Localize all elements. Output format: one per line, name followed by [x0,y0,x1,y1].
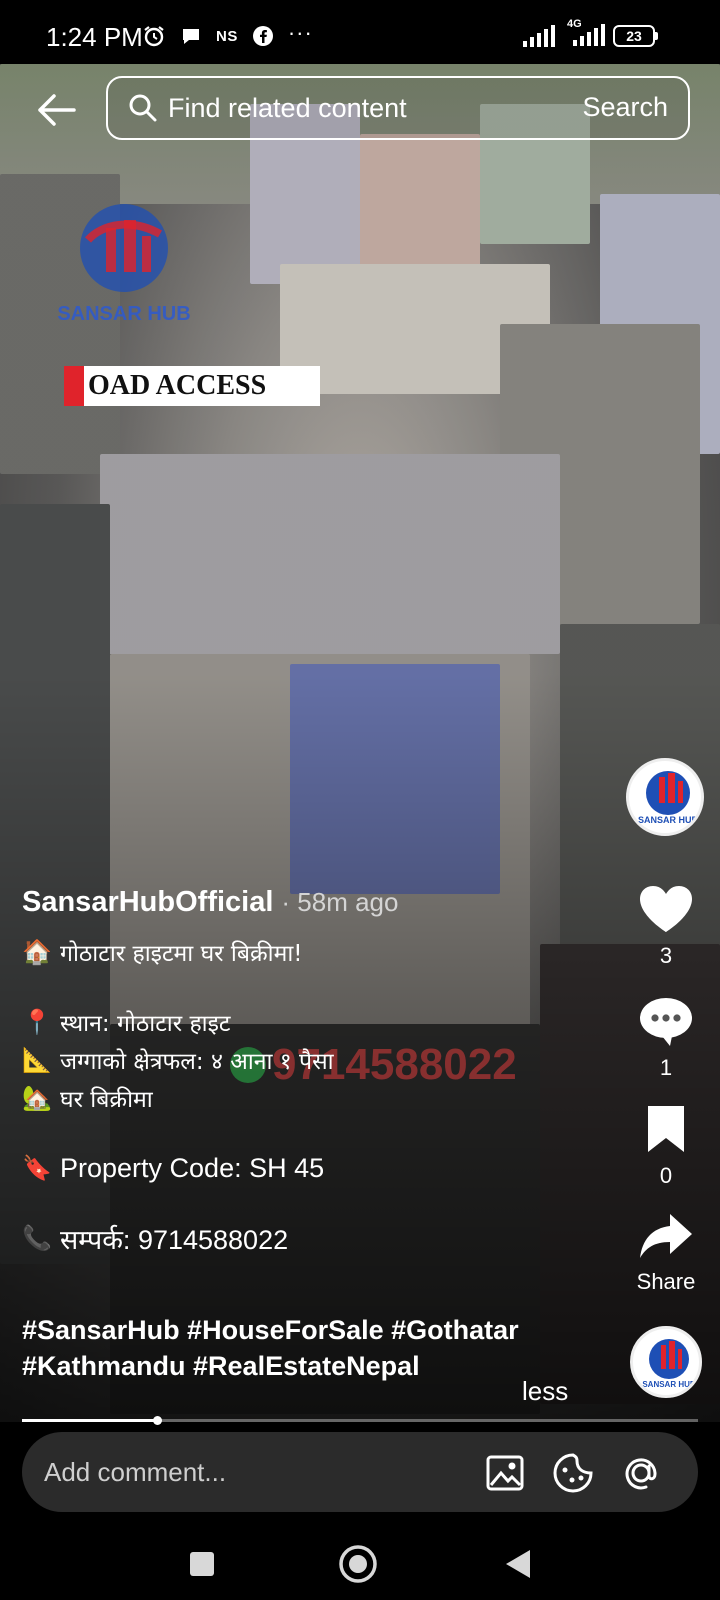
facebook-icon [252,26,273,46]
video-progress-fill [22,1419,158,1422]
signal-4g-icon: 4G [565,18,605,48]
house-icon: 🏠 [22,938,52,966]
post-caption: SansarHubOfficial · 58m ago 🏠 गोठाटार हा… [22,886,602,1257]
road-access-text: OAD ACCESS [88,370,267,401]
caption-text: स्थान: गोठाटार हाइट [60,1011,231,1037]
back-button[interactable] [30,84,82,136]
square-icon [190,1552,214,1576]
caption-text: Property Code: SH 45 [60,1152,325,1183]
comment-input[interactable] [44,1456,464,1488]
bookmark-icon [648,1106,684,1152]
hashtags-line[interactable]: #SansarHub #HouseForSale #Gothatar [22,1312,582,1348]
share-arrow-icon [640,1214,692,1258]
video-progress-bar[interactable] [22,1416,698,1425]
search-button[interactable]: Search [582,92,668,123]
caption-text: सम्पर्क: 9714588022 [60,1224,289,1255]
sound-avatar-label: SANSAR HUB [642,1380,696,1389]
location-pin-icon: 📍 [22,1008,52,1036]
alarm-icon [144,26,164,47]
status-notification-icons: NS ··· [142,20,313,48]
brand-watermark-logo: SANSAR HUB [44,200,204,330]
caption-line: 🔖 Property Code: SH 45 [22,1149,602,1187]
caption-line: 📞 सम्पर्क: 9714588022 [22,1219,602,1257]
home-button[interactable] [336,1542,380,1586]
caption-line: 🏠 गोठाटार हाइटमा घर बिक्रीमा! [22,933,602,971]
like-button[interactable]: 3 [622,884,710,969]
back-nav-button[interactable] [496,1542,540,1586]
status-time: 1:24 PM [46,22,143,52]
chat-bubble-icon [183,29,199,44]
caption-text: घर बिक्रीमा [60,1087,153,1113]
mention-icon[interactable] [620,1452,662,1494]
bookmark-count: 0 [659,1163,673,1188]
triangle-back-icon [506,1550,530,1578]
carrier-tag: NS [216,27,238,45]
author-line: SansarHubOfficial · 58m ago [22,886,602,919]
caption-line: 📐 जग्गाको क्षेत्रफल: ४ आना १ पैसा [22,1041,602,1079]
heart-icon [640,886,692,932]
back-arrow-icon [38,94,76,126]
comment-count: 1 [659,1055,673,1080]
creator-avatar[interactable]: SANSAR HUB [626,758,704,836]
status-bar: 1:24 PM NS ··· 4G 23 [0,0,720,64]
less-toggle[interactable]: less [522,1376,568,1407]
system-navigation-bar [0,1520,720,1600]
post-time: · 58m ago [281,887,399,917]
triangular-ruler-icon: 📐 [22,1046,52,1074]
author-name[interactable]: SansarHubOfficial [22,886,273,919]
avatar-label: SANSAR HUB [638,815,699,825]
bookmark-button[interactable]: 0 [622,1104,710,1189]
sound-avatar[interactable]: SANSAR HUB [630,1326,702,1398]
signal-icon [523,25,555,47]
bookmark-tag-icon: 🔖 [22,1154,52,1182]
watermark-logo-text: SANSAR HUB [57,303,190,325]
caption-text: जग्गाको क्षेत्रफल: ४ आना १ पैसा [60,1049,334,1075]
comment-button[interactable]: 1 [622,996,710,1081]
status-system-icons: 4G 23 [523,18,658,48]
image-icon[interactable] [484,1452,526,1494]
like-count: 3 [659,943,673,968]
hashtags: #SansarHub #HouseForSale #Gothatar #Kath… [22,1312,582,1384]
sticker-icon[interactable] [552,1452,594,1494]
road-access-tag: OAD ACCESS [64,366,320,406]
hashtags-line[interactable]: #Kathmandu #RealEstateNepal [22,1348,582,1384]
search-icon [129,94,157,122]
house-garden-icon: 🏡 [22,1084,52,1112]
share-label: Share [636,1269,696,1294]
comment-bubble-icon [640,998,692,1046]
telephone-icon: 📞 [22,1224,52,1252]
caption-line: 📍 स्थान: गोठाटार हाइट [22,1003,602,1041]
search-input[interactable] [168,92,548,124]
comment-box[interactable] [22,1432,698,1512]
battery-icon: 23 [613,25,658,47]
home-circle-icon [339,1545,377,1583]
caption-line: 🏡 घर बिक्रीमा [22,1079,602,1117]
share-button[interactable]: Share [622,1212,710,1295]
more-notifications-icon: ··· [287,20,313,45]
caption-text: गोठाटार हाइटमा घर बिक्रीमा! [60,941,303,967]
recents-button[interactable] [180,1542,224,1586]
search-bar[interactable]: Search [106,76,690,140]
